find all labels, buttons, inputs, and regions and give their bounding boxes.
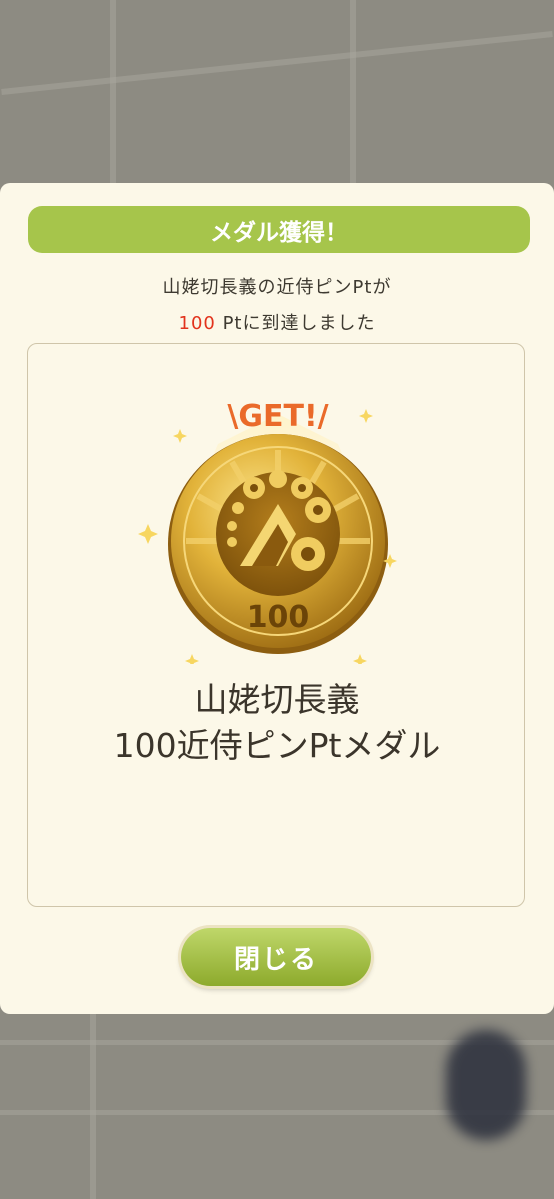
medal-panel: \GET!/ 100 山姥切長義 100近侍ピンPtメダル xyxy=(27,343,525,907)
message-line-1: 山姥切長義の近侍ピンPtが xyxy=(162,277,392,298)
dialog-title: メダル獲得！ xyxy=(28,206,530,253)
background-line xyxy=(90,1014,96,1199)
message-line-2: 100 Ptに到達しました xyxy=(0,309,554,335)
medal-svg: \GET!/ 100 xyxy=(138,399,397,668)
close-button[interactable]: 閉じる xyxy=(181,928,371,986)
background-line xyxy=(350,0,356,190)
medal-name-line-2: 100近侍ピンPtメダル xyxy=(113,726,441,765)
medal-value: 100 xyxy=(247,600,310,635)
medal-graphic: \GET!/ 100 xyxy=(128,384,428,668)
points-value: 100 xyxy=(178,313,216,334)
message-line-2-text: Ptに到達しました xyxy=(215,313,376,334)
background-line xyxy=(1,31,553,95)
medal-name-line-1: 山姥切長義 xyxy=(194,680,360,719)
background-line xyxy=(110,0,116,190)
medal-dialog: メダル獲得！ 山姥切長義の近侍ピンPtが 100 Ptに到達しました \GET!… xyxy=(0,183,554,1014)
get-label: \GET!/ xyxy=(227,399,328,434)
background-character-blur xyxy=(446,1030,526,1140)
